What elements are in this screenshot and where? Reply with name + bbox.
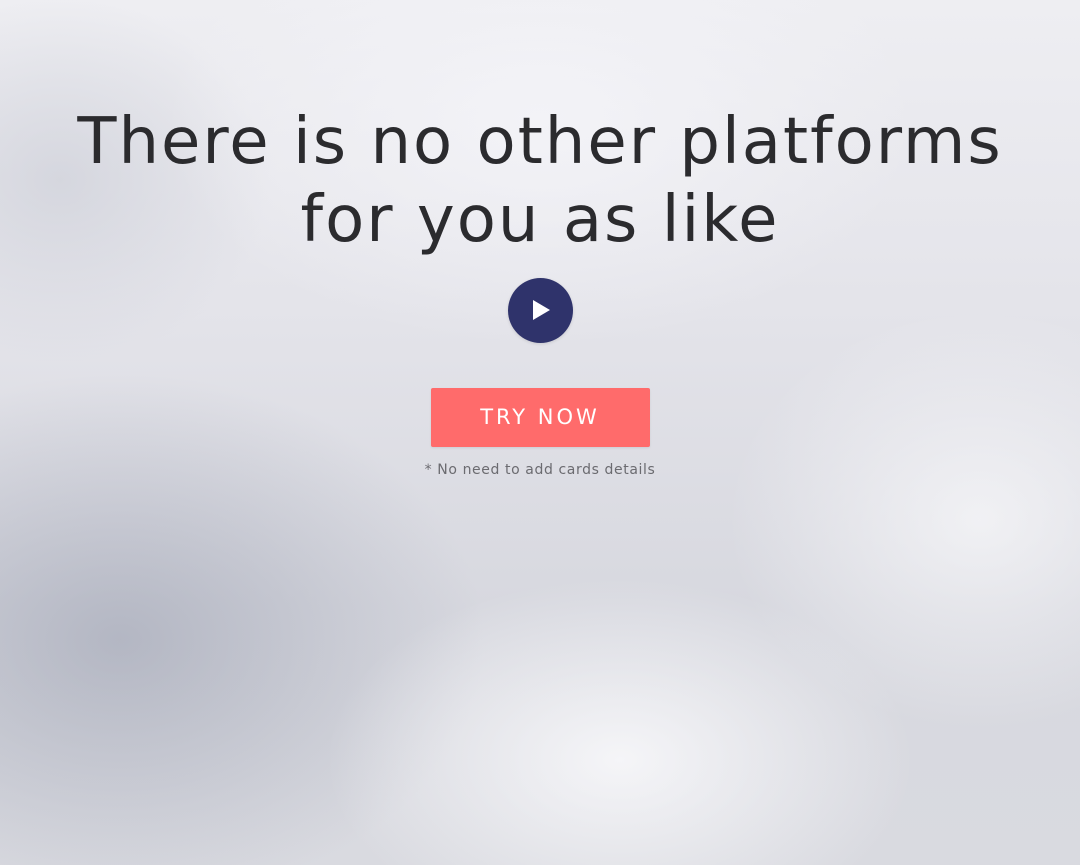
hero-headline: There is no other platforms for you as l… bbox=[77, 105, 1003, 257]
play-video-button[interactable] bbox=[507, 278, 573, 343]
cta-note: * No need to add cards details bbox=[424, 462, 656, 478]
play-icon bbox=[532, 300, 550, 320]
hero-section: There is no other platforms for you as l… bbox=[0, 0, 1080, 478]
try-now-button[interactable]: TRY NOW bbox=[430, 388, 650, 447]
